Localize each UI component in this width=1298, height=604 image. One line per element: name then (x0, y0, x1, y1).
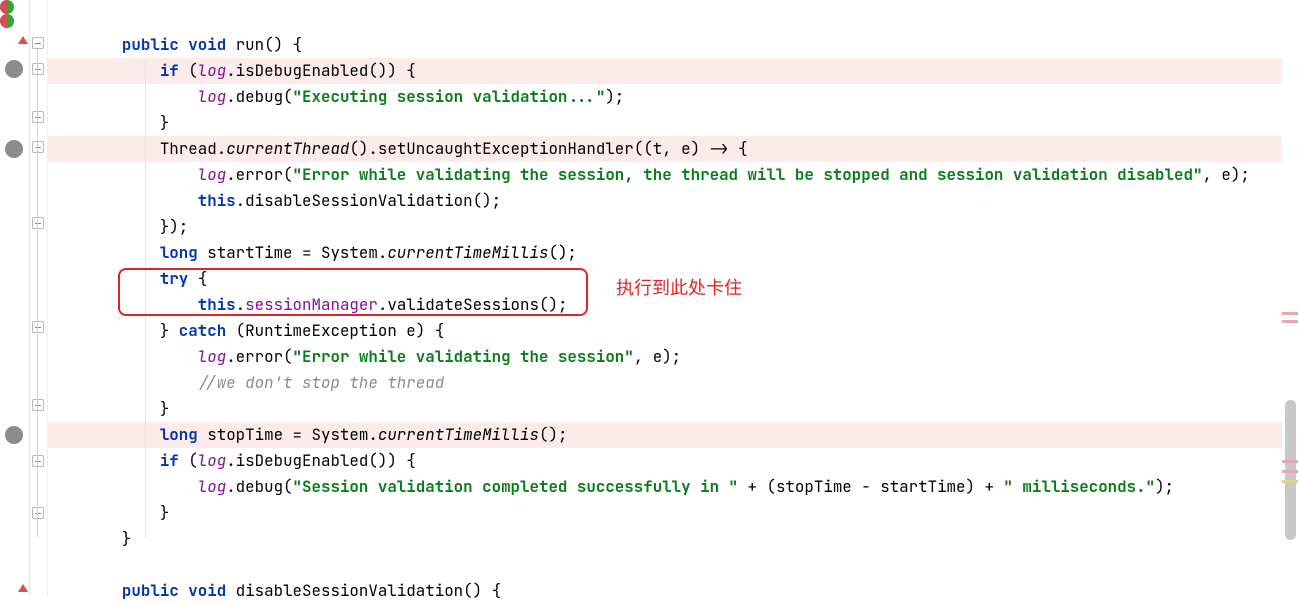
code-line[interactable]: log.debug("Executing session validation.… (48, 84, 1298, 110)
fold-toggle-icon[interactable] (32, 217, 44, 229)
code-area[interactable]: public void run() { if (log.isDebugEnabl… (48, 0, 1298, 596)
code-line[interactable]: long startTime = System.currentTimeMilli… (48, 240, 1298, 266)
breakpoint-icon[interactable] (5, 60, 23, 78)
code-line-highlighted[interactable]: long stopTime = System.currentTimeMillis… (48, 422, 1298, 448)
gutter[interactable] (0, 0, 30, 596)
annotation-label: 执行到此处卡住 (616, 274, 742, 300)
code-line[interactable]: public void disableSessionValidation() { (48, 578, 1298, 604)
breakpoint-icon[interactable] (5, 140, 23, 158)
code-editor[interactable]: public void run() { if (log.isDebugEnabl… (0, 0, 1298, 596)
code-line[interactable]: log.error("Error while validating the se… (48, 344, 1298, 370)
fold-toggle-icon[interactable] (32, 507, 44, 519)
fold-toggle-icon[interactable] (32, 321, 44, 333)
override-up-icon[interactable] (18, 584, 28, 592)
fold-column[interactable] (30, 0, 48, 596)
breakpoint-icon[interactable] (5, 426, 23, 444)
run-gutter-icon[interactable] (0, 14, 14, 28)
code-line[interactable]: } (48, 396, 1298, 422)
code-line[interactable]: } catch (RuntimeException e) { (48, 318, 1298, 344)
fold-toggle-icon[interactable] (32, 37, 44, 49)
code-line[interactable]: if (log.isDebugEnabled()) { (48, 448, 1298, 474)
code-line[interactable]: //we don't stop the thread (48, 370, 1298, 396)
code-line[interactable]: } (48, 500, 1298, 526)
code-line[interactable]: }); (48, 214, 1298, 240)
code-line[interactable]: log.debug("Session validation completed … (48, 474, 1298, 500)
override-up-icon[interactable] (18, 36, 28, 44)
fold-toggle-icon[interactable] (32, 399, 44, 411)
run-gutter-icon[interactable] (0, 0, 14, 14)
error-stripe[interactable] (1282, 0, 1298, 596)
fold-toggle-icon[interactable] (32, 63, 44, 75)
code-line[interactable]: public void run() { (48, 32, 1298, 58)
fold-toggle-icon[interactable] (32, 111, 44, 123)
code-line[interactable]: } (48, 526, 1298, 552)
fold-toggle-icon[interactable] (32, 141, 44, 153)
code-line[interactable] (48, 552, 1298, 578)
fold-toggle-icon[interactable] (32, 455, 44, 467)
code-line[interactable]: } (48, 110, 1298, 136)
code-line[interactable]: this.disableSessionValidation(); (48, 188, 1298, 214)
code-line-highlighted[interactable]: if (log.isDebugEnabled()) { (48, 58, 1298, 84)
code-line-highlighted[interactable]: Thread.currentThread().setUncaughtExcept… (48, 136, 1298, 162)
code-line[interactable]: log.error("Error while validating the se… (48, 162, 1298, 188)
